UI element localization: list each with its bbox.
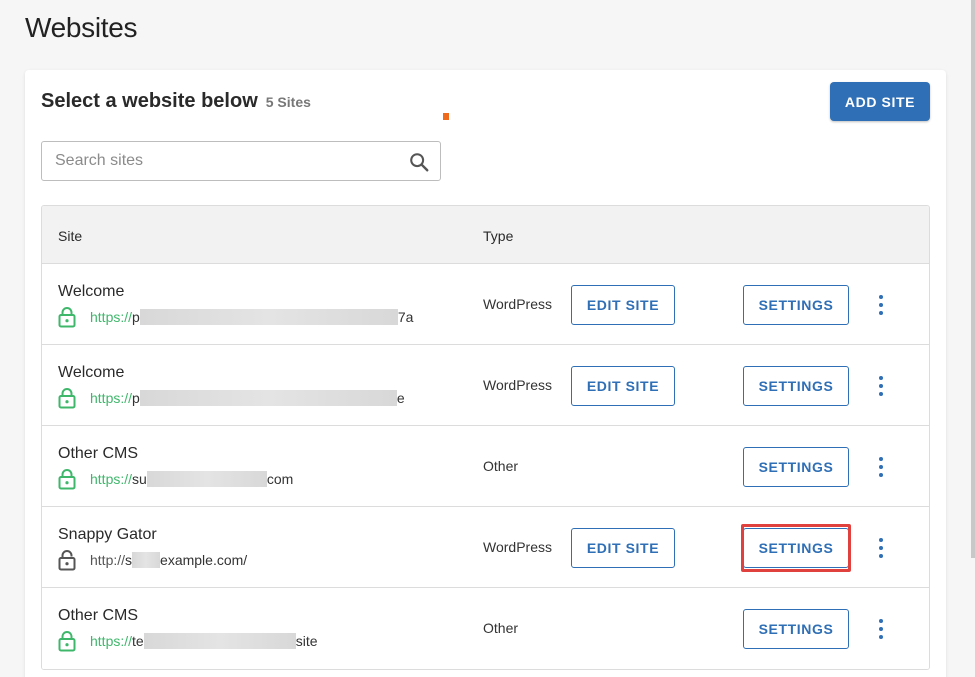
site-count-badge: 5 Sites (265, 94, 311, 110)
table-header: Site Type (42, 206, 929, 264)
card-title: Select a website below (41, 90, 258, 112)
lock-closed-icon (58, 469, 76, 490)
table-row: Other CMS https:// su com Other SETTINGS (42, 426, 929, 507)
lock-closed-icon (58, 631, 76, 652)
redacted-text (139, 309, 398, 325)
decorative-dot (443, 113, 449, 120)
url-start: te (132, 633, 144, 649)
lock-closed-icon (58, 388, 76, 409)
site-url[interactable]: https:// p e (58, 387, 405, 409)
more-vertical-icon[interactable] (873, 293, 889, 317)
site-type: Other (483, 620, 519, 636)
column-header-site: Site (58, 228, 83, 244)
redacted-text (139, 390, 397, 406)
site-url[interactable]: http:// s example.com/ (58, 549, 247, 571)
url-start: p (132, 309, 140, 325)
site-url[interactable]: https:// p 7a (58, 306, 413, 328)
search-input[interactable] (42, 142, 392, 180)
redacted-text (132, 552, 161, 568)
search-icon[interactable] (408, 151, 430, 173)
url-end: com (266, 471, 294, 487)
site-url[interactable]: https:// su com (58, 468, 293, 490)
more-vertical-icon[interactable] (873, 617, 889, 641)
table-row: Welcome https:// p e WordPress EDIT SITE… (42, 345, 929, 426)
url-end: example.com/ (160, 552, 248, 568)
table-row: Snappy Gator http:// s example.com/ Word… (42, 507, 929, 588)
table-row: Other CMS https:// te site Other SETTING… (42, 588, 929, 669)
site-type: Other (483, 458, 519, 474)
url-start: p (132, 390, 140, 406)
site-name: Other CMS (58, 445, 139, 462)
edit-site-button[interactable]: EDIT SITE (571, 528, 675, 568)
url-scheme: https:// (90, 390, 133, 406)
scrollbar[interactable] (971, 0, 975, 558)
url-scheme: https:// (90, 309, 133, 325)
site-name: Welcome (58, 364, 125, 381)
url-end: 7a (397, 309, 414, 325)
site-name: Other CMS (58, 607, 139, 624)
column-header-type: Type (483, 228, 514, 244)
table-row: Welcome https:// p 7a WordPress EDIT SIT… (42, 264, 929, 345)
settings-button[interactable]: SETTINGS (743, 609, 849, 649)
site-type: WordPress (483, 377, 552, 393)
url-scheme: http:// (90, 552, 126, 568)
edit-site-button[interactable]: EDIT SITE (571, 285, 675, 325)
more-vertical-icon[interactable] (873, 374, 889, 398)
site-url[interactable]: https:// te site (58, 630, 318, 652)
url-scheme: https:// (90, 471, 133, 487)
websites-card: Select a website below 5 Sites ADD SITE … (25, 70, 946, 677)
site-name: Welcome (58, 283, 125, 300)
site-name: Snappy Gator (58, 526, 157, 543)
add-site-button[interactable]: ADD SITE (830, 82, 930, 121)
settings-button[interactable]: SETTINGS (743, 528, 849, 568)
sites-table: Site Type Welcome https:// p 7a WordPres… (41, 205, 930, 670)
page-title: Websites (25, 12, 138, 43)
url-scheme: https:// (90, 633, 133, 649)
more-vertical-icon[interactable] (873, 455, 889, 479)
lock-open-icon (58, 550, 76, 571)
settings-button[interactable]: SETTINGS (743, 285, 849, 325)
url-end: e (396, 390, 405, 406)
settings-button[interactable]: SETTINGS (743, 366, 849, 406)
card-heading: Select a website below 5 Sites (41, 90, 311, 113)
settings-button[interactable]: SETTINGS (743, 447, 849, 487)
url-start: su (132, 471, 147, 487)
site-type: WordPress (483, 539, 552, 555)
more-vertical-icon[interactable] (873, 536, 889, 560)
edit-site-button[interactable]: EDIT SITE (571, 366, 675, 406)
redacted-text (143, 633, 296, 649)
url-end: site (295, 633, 318, 649)
search-box (41, 141, 441, 181)
lock-closed-icon (58, 307, 76, 328)
redacted-text (146, 471, 267, 487)
site-type: WordPress (483, 296, 552, 312)
url-start: s (125, 552, 133, 568)
